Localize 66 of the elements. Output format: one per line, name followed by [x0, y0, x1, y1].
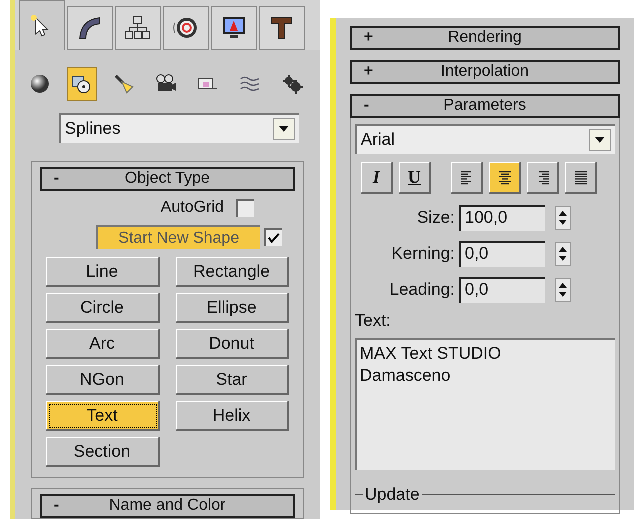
dropdown-value: Splines: [64, 118, 122, 140]
rollout-title: Name and Color: [108, 496, 227, 516]
autogrid-checkbox[interactable]: [236, 199, 254, 217]
category-button[interactable]: [67, 66, 97, 101]
shape-button[interactable]: Circle: [46, 293, 160, 323]
shape-button[interactable]: Line: [46, 257, 160, 287]
rollout-header[interactable]: - Object Type: [40, 167, 295, 191]
command-tab[interactable]: [115, 6, 161, 50]
spinner-arrows-icon[interactable]: [555, 206, 571, 230]
align-button[interactable]: [489, 162, 521, 194]
start-new-shape-checkbox[interactable]: [264, 228, 282, 246]
command-tab[interactable]: [259, 6, 305, 50]
style-button[interactable]: I: [361, 162, 393, 194]
rollout-header[interactable]: - Parameters: [350, 94, 620, 118]
update-group-label: Update: [364, 484, 421, 506]
command-tab[interactable]: [163, 6, 209, 50]
sphere-icon: [29, 72, 51, 95]
dropdown-value: Arial: [360, 129, 396, 152]
command-tab[interactable]: [67, 6, 113, 50]
command-tab[interactable]: [19, 0, 65, 50]
shape-button[interactable]: NGon: [46, 365, 160, 395]
rollout-toggle: +: [352, 60, 382, 84]
rollout-title: Interpolation: [440, 62, 530, 82]
shape-button[interactable]: Text: [46, 401, 160, 431]
dropdown[interactable]: Splines: [59, 113, 299, 143]
arc-curve-icon: [77, 15, 103, 42]
gears-icon: [281, 72, 303, 95]
text-area-line: Damasceno: [360, 364, 452, 386]
spinner-arrows-icon[interactable]: [555, 278, 571, 302]
align-button[interactable]: [565, 162, 597, 194]
rollout-title: Parameters: [442, 96, 528, 116]
shape-button[interactable]: Ellipse: [176, 293, 289, 323]
rollout-toggle: -: [42, 167, 72, 191]
shape-button[interactable]: Star: [176, 365, 289, 395]
align-button[interactable]: [451, 162, 483, 194]
spinner-arrows-icon[interactable]: [555, 242, 571, 266]
spinner-field[interactable]: 100,0: [459, 205, 545, 231]
text-area[interactable]: MAX Text STUDIO Damasceno: [355, 338, 615, 470]
rollout-toggle: +: [352, 26, 382, 50]
shape-button[interactable]: Donut: [176, 329, 289, 359]
spinner-label: Kerning:: [390, 243, 456, 266]
hierarchy-icon: [125, 15, 151, 42]
dropdown[interactable]: Arial: [355, 124, 615, 154]
spinner-field[interactable]: 0,0: [459, 277, 545, 303]
shape-button[interactable]: Helix: [176, 401, 289, 431]
text-label: Text:: [355, 310, 392, 332]
rollout-title: Object Type: [124, 169, 212, 189]
spinner-label: Size:: [416, 207, 456, 230]
rollout-title: Rendering: [447, 28, 523, 48]
spinner-field[interactable]: 0,0: [459, 241, 545, 267]
text-area-line: MAX Text STUDIO: [360, 342, 502, 364]
rollout-toggle: -: [42, 494, 72, 518]
shape-button[interactable]: Section: [46, 437, 160, 467]
shape-button[interactable]: Rectangle: [176, 257, 289, 287]
spinner-label: Leading:: [388, 279, 456, 302]
style-button[interactable]: U: [399, 162, 431, 194]
shape-button[interactable]: Arc: [46, 329, 160, 359]
rollout-header[interactable]: + Interpolation: [350, 60, 620, 84]
command-tab[interactable]: [211, 6, 257, 50]
rollout-toggle: -: [352, 94, 382, 118]
rollout-header[interactable]: - Name and Color: [40, 494, 295, 518]
start-new-shape-toggle[interactable]: Start New Shape: [96, 225, 260, 249]
rollout-header[interactable]: + Rendering: [350, 26, 620, 50]
autogrid-label: AutoGrid: [160, 198, 224, 218]
spotlight-icon: [113, 72, 135, 95]
align-button[interactable]: [527, 162, 559, 194]
